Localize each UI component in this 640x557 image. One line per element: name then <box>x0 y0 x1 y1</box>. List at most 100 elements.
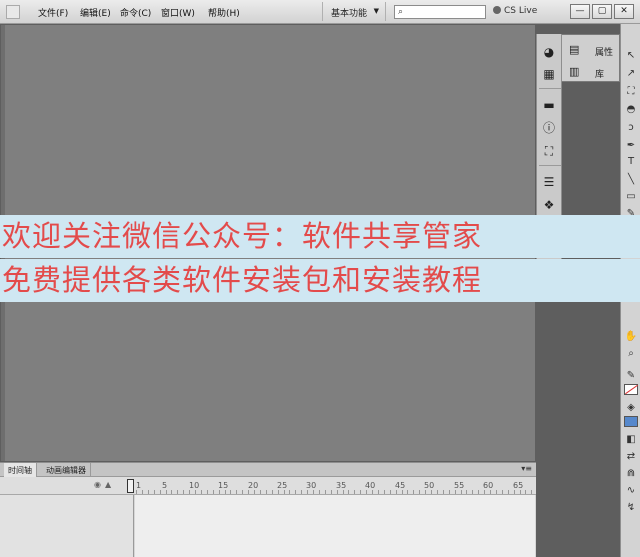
frame-number: 30 <box>306 481 317 490</box>
maximize-button[interactable]: ▢ <box>592 4 612 19</box>
frame-tick <box>189 490 191 494</box>
workspace-switcher[interactable]: 基本功能 ▼ <box>322 2 386 21</box>
frame-tick <box>313 490 314 494</box>
frame-tick <box>454 490 456 494</box>
frame-tick <box>206 490 208 494</box>
smooth-icon[interactable]: ∿ <box>623 483 639 498</box>
frame-tick <box>259 490 261 494</box>
3d-rotation-tool-icon[interactable]: ◓ <box>623 102 639 117</box>
search-input[interactable] <box>409 6 485 18</box>
frame-tick <box>431 490 432 494</box>
black-white-icon[interactable]: ◧ <box>623 432 639 447</box>
frame-tick <box>342 490 344 494</box>
timeline-header: ◉▲ 1 5 10 15 20 25 30 35 40 45 50 55 60 … <box>0 477 536 495</box>
rectangle-tool-icon[interactable]: ▭ <box>623 189 639 204</box>
close-button[interactable]: ✕ <box>614 4 634 19</box>
frame-tick <box>289 490 291 494</box>
hand-tool-icon[interactable]: ✋ <box>623 329 639 344</box>
frame-tick <box>242 490 244 494</box>
layer-visibility-lock-icons[interactable]: ◉▲ <box>94 480 115 489</box>
frame-tick <box>395 490 397 494</box>
overlay-banner-1: 欢迎关注微信公众号：软件共享管家 <box>0 215 640 258</box>
frame-tick <box>147 490 149 494</box>
frame-tick <box>490 490 491 494</box>
dropdown-arrow-icon: ▼ <box>373 7 379 15</box>
frame-tick <box>360 490 362 494</box>
overlay-banner-2: 免费提供各类软件安装包和安装教程 <box>0 259 640 302</box>
properties-panel-tab[interactable]: ▤ 属性 <box>565 41 619 61</box>
frame-tick <box>372 490 373 494</box>
zoom-tool-icon[interactable]: ⌕ <box>623 346 639 361</box>
library-panel-tab[interactable]: ▥ 库 <box>565 63 619 83</box>
frame-tick <box>307 490 309 494</box>
layer-list[interactable] <box>0 495 134 557</box>
frame-tick <box>200 490 202 494</box>
frame-number: 40 <box>365 481 376 490</box>
text-tool-icon[interactable]: T <box>623 154 639 169</box>
separator <box>539 165 561 166</box>
minimize-button[interactable]: — <box>570 4 590 19</box>
frame-tick <box>519 490 521 494</box>
frame-number: 20 <box>248 481 259 490</box>
swatches-icon[interactable]: ▦ <box>541 66 557 82</box>
components-icon[interactable]: ❖ <box>541 197 557 213</box>
frame-tick <box>448 490 450 494</box>
frame-tick <box>407 490 409 494</box>
lasso-tool-icon[interactable]: ↄ <box>623 120 639 135</box>
menu-command[interactable]: 命令(C) <box>120 6 151 19</box>
line-tool-icon[interactable]: ╲ <box>623 172 639 187</box>
fill-color-bucket-icon: ◈ <box>627 402 635 413</box>
menu-help[interactable]: 帮助(H) <box>208 6 240 19</box>
frame-number: 1 <box>136 481 142 490</box>
tab-motion-editor[interactable]: 动画编辑器 <box>42 463 91 477</box>
pen-tool-icon[interactable]: ✒ <box>623 138 639 153</box>
frame-tick <box>271 490 273 494</box>
tab-timeline[interactable]: 时间轴 <box>4 463 37 477</box>
snap-icon[interactable]: ⋒ <box>623 466 639 481</box>
frame-tick <box>336 490 338 494</box>
frame-tick <box>295 490 297 494</box>
frame-tick <box>330 490 332 494</box>
app-icon <box>6 5 20 19</box>
frame-tick <box>513 490 515 494</box>
frame-tick <box>218 490 220 494</box>
fill-color-swatch[interactable] <box>624 416 638 427</box>
menu-file[interactable]: 文件(F) <box>38 6 68 19</box>
playhead[interactable] <box>127 479 134 493</box>
frame-grid[interactable] <box>135 495 535 557</box>
panel-menu-icon[interactable]: ▾≡ <box>521 464 532 473</box>
properties-label: 属性 <box>595 48 614 58</box>
free-transform-tool-icon[interactable]: ⛶ <box>623 84 639 99</box>
frame-tick <box>301 490 303 494</box>
info-icon[interactable]: ⓘ <box>541 120 557 136</box>
subselection-tool-icon[interactable]: ↗ <box>623 66 639 81</box>
menu-window[interactable]: 窗口(W) <box>161 6 195 19</box>
frame-tick <box>525 490 527 494</box>
align-icon[interactable]: ▬ <box>541 97 557 113</box>
straighten-icon[interactable]: ↯ <box>623 500 639 515</box>
frame-tick <box>171 490 173 494</box>
menu-edit[interactable]: 编辑(E) <box>80 6 111 19</box>
swap-colors-icon[interactable]: ⇄ <box>623 449 639 464</box>
selection-tool-icon[interactable]: ↖ <box>623 48 639 63</box>
search-box[interactable]: ⌕ <box>394 5 486 19</box>
frame-number: 35 <box>336 481 347 490</box>
workspace-label: 基本功能 <box>331 9 368 19</box>
frame-tick <box>419 490 421 494</box>
cs-live-button[interactable]: CS Live <box>493 6 537 16</box>
frame-tick <box>159 490 161 494</box>
frame-tick <box>460 490 462 494</box>
frame-tick <box>442 490 444 494</box>
stroke-color-swatch[interactable] <box>624 384 638 395</box>
frame-tick <box>153 490 155 494</box>
frame-tick <box>165 490 167 494</box>
frame-tick <box>248 490 250 494</box>
code-snippets-icon[interactable]: ☰ <box>541 174 557 190</box>
frame-tick <box>401 490 403 494</box>
menu-bar: 文件(F) 编辑(E) 命令(C) 窗口(W) 帮助(H) 基本功能 ▼ ⌕ C… <box>0 0 640 24</box>
frame-tick <box>212 490 214 494</box>
color-icon[interactable]: ◕ <box>541 44 557 60</box>
library-icon: ▥ <box>569 65 580 78</box>
transform-icon[interactable]: ⛶ <box>541 143 557 159</box>
frame-tick <box>507 490 509 494</box>
